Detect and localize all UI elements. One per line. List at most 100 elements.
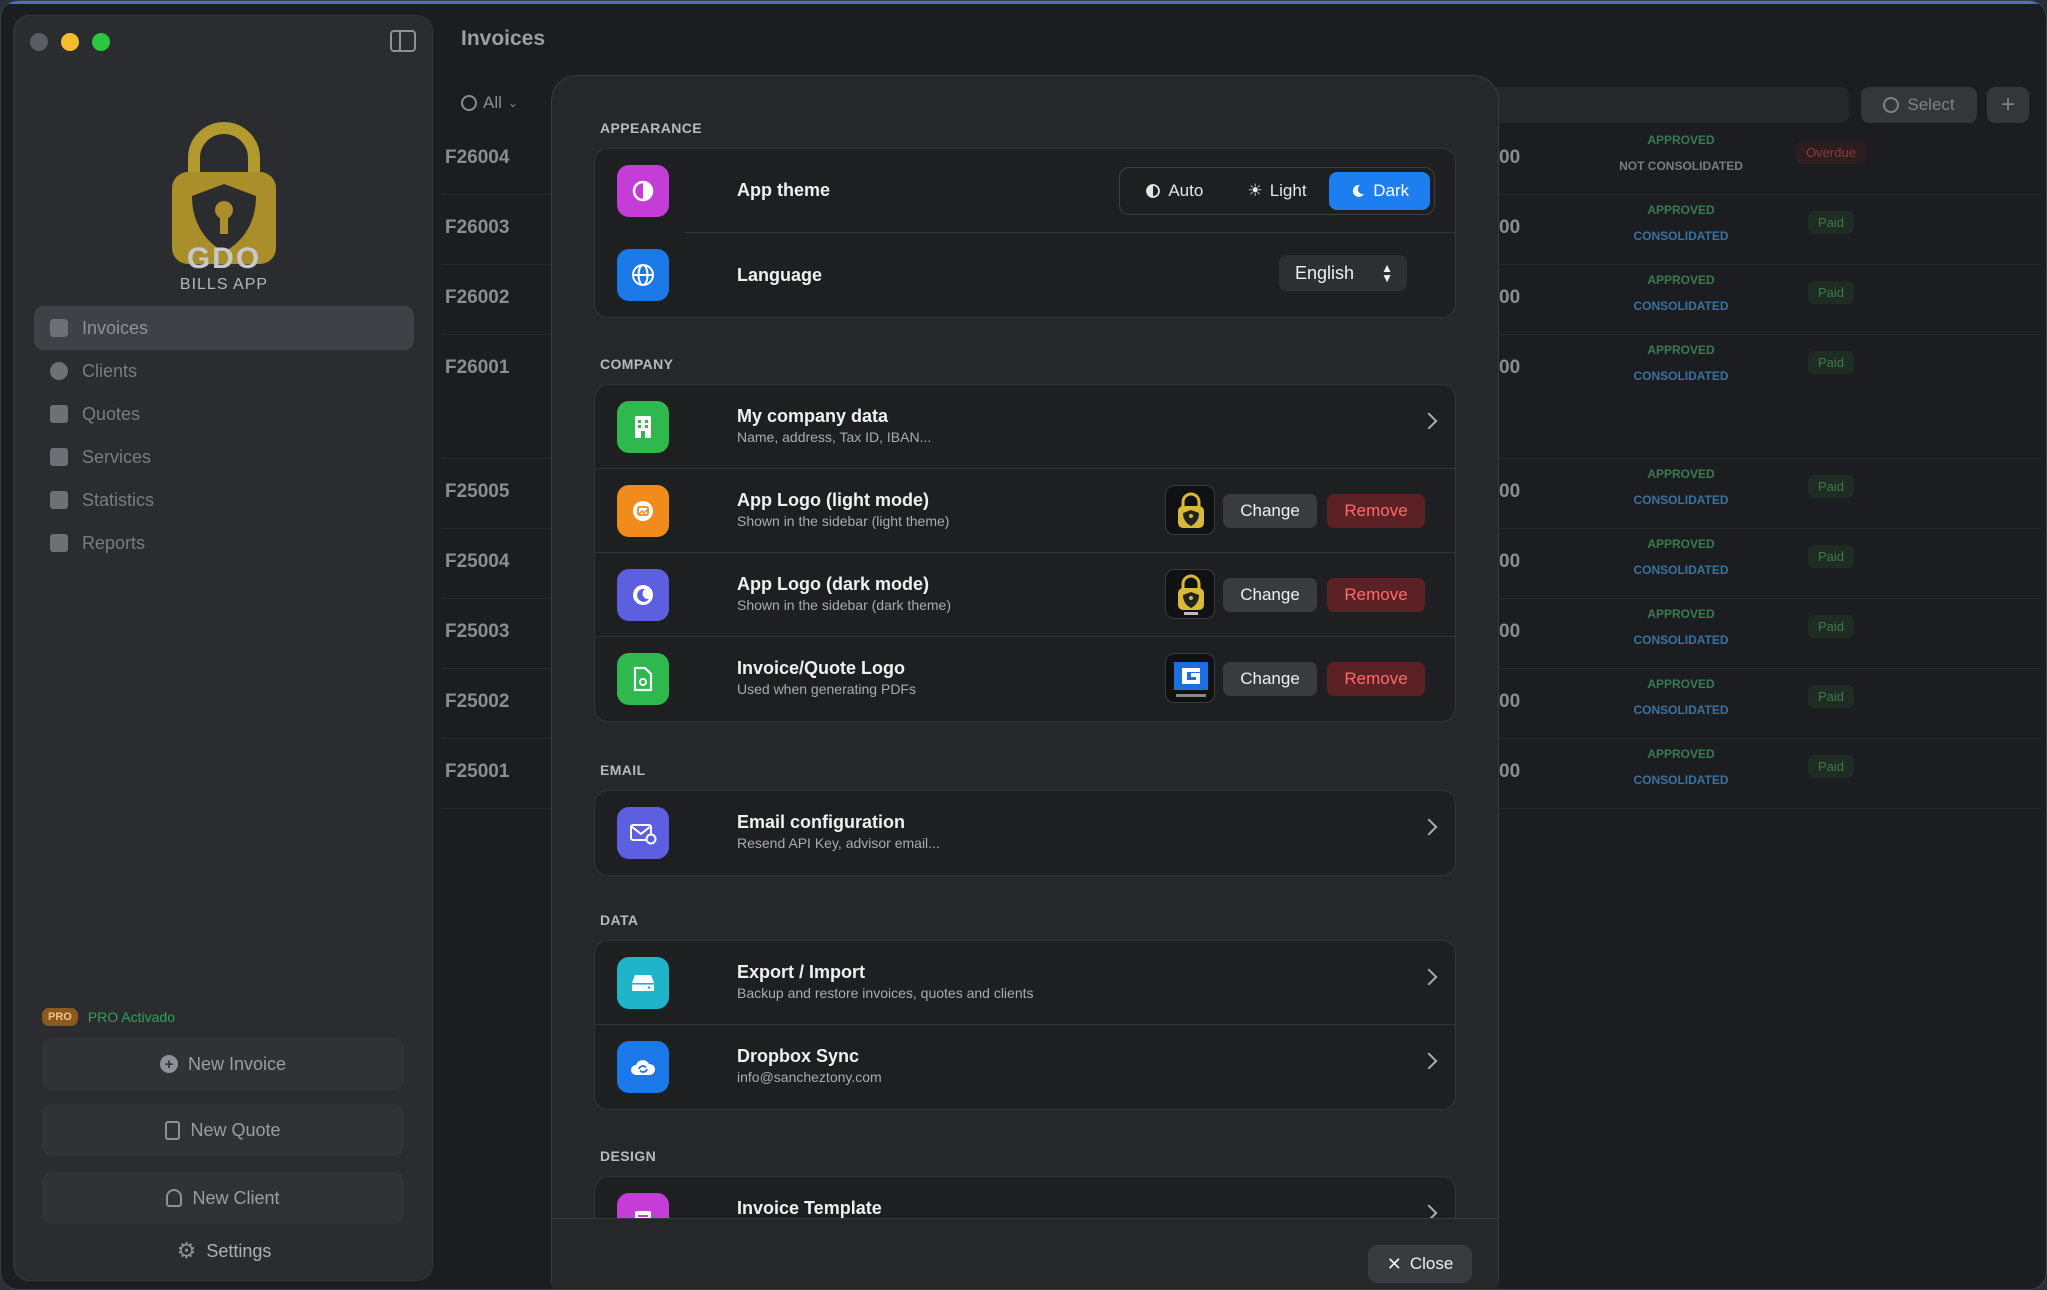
app-theme-label: App theme bbox=[737, 180, 831, 200]
status-badge: Paid bbox=[1731, 755, 1931, 778]
settings-label: Settings bbox=[206, 1240, 272, 1261]
consolidation-badge: CONSOLIDATED bbox=[1633, 703, 1729, 717]
sheet-footer: ✕ Close bbox=[552, 1218, 1498, 1289]
status-text: Paid bbox=[1807, 475, 1855, 498]
sidebar-item-reports[interactable]: Reports bbox=[34, 521, 414, 565]
logo-invoice-remove-button[interactable]: Remove bbox=[1327, 662, 1425, 696]
section-header-design: DESIGN bbox=[600, 1148, 657, 1164]
invoice-amount: 00 bbox=[1499, 147, 1521, 168]
settings-button[interactable]: ⚙ Settings bbox=[14, 1238, 434, 1264]
page-title: Invoices bbox=[461, 27, 546, 50]
email-config-row[interactable]: Email configuration Resend API Key, advi… bbox=[595, 791, 1455, 875]
sidebar-item-label: Reports bbox=[82, 532, 146, 553]
envelope-gear-icon bbox=[617, 807, 669, 859]
logo-light-remove-button[interactable]: Remove bbox=[1327, 494, 1425, 528]
invoice-number: F25001 bbox=[445, 761, 510, 782]
app-window: GDO BILLS APP Invoices Clients Quotes Se… bbox=[0, 0, 2047, 1290]
logo-light-row: App Logo (light mode) Shown in the sideb… bbox=[595, 469, 1455, 553]
status-badge: Paid bbox=[1731, 615, 1931, 638]
filter-icon bbox=[461, 95, 477, 111]
settings-scroll-area[interactable]: APPEARANCE App theme Auto ☀ Light Dark L… bbox=[552, 76, 1498, 1218]
sidebar-toggle-icon[interactable] bbox=[390, 30, 416, 52]
window-close-button[interactable] bbox=[30, 33, 48, 51]
dropbox-sync-row[interactable]: Dropbox Sync info@sancheztony.com bbox=[595, 1025, 1455, 1109]
invoice-amount: 00 bbox=[1499, 481, 1521, 502]
export-import-row[interactable]: Export / Import Backup and restore invoi… bbox=[595, 941, 1455, 1025]
sidebar-item-label: Quotes bbox=[82, 403, 141, 424]
invoice-amount: 00 bbox=[1499, 551, 1521, 572]
sidebar-item-label: Statistics bbox=[82, 489, 155, 510]
search-field[interactable] bbox=[1489, 87, 1849, 123]
add-person-icon bbox=[166, 1189, 183, 1207]
pro-badge: PRO bbox=[42, 1008, 78, 1026]
design-card: Invoice Template bbox=[594, 1176, 1456, 1218]
invoice-number: F26001 bbox=[445, 357, 510, 378]
new-quote-button[interactable]: New Quote bbox=[42, 1104, 404, 1156]
company-data-title: My company data bbox=[737, 406, 889, 426]
status-text: Overdue bbox=[1796, 141, 1866, 164]
logo-light-change-button[interactable]: Change bbox=[1223, 494, 1317, 528]
invoice-number: F25002 bbox=[445, 691, 510, 712]
theme-light-option[interactable]: ☀ Light bbox=[1227, 172, 1328, 210]
sidebar-item-quotes[interactable]: Quotes bbox=[34, 392, 414, 436]
new-client-button[interactable]: New Client bbox=[42, 1172, 404, 1224]
invoice-number: F26003 bbox=[445, 217, 510, 238]
sidebar-item-statistics[interactable]: Statistics bbox=[34, 478, 414, 522]
status-text: Paid bbox=[1807, 615, 1855, 638]
sun-icon: ☀ bbox=[1247, 181, 1263, 200]
section-header-appearance: APPEARANCE bbox=[600, 120, 703, 136]
select-button[interactable]: Select bbox=[1861, 87, 1977, 123]
theme-auto-option[interactable]: Auto bbox=[1124, 172, 1225, 210]
globe-icon bbox=[617, 249, 669, 301]
sidebar-item-clients[interactable]: Clients bbox=[34, 349, 414, 393]
theme-dark-option[interactable]: Dark bbox=[1329, 172, 1431, 210]
logo-invoice-title: Invoice/Quote Logo bbox=[737, 658, 906, 678]
theme-segmented-control: Auto ☀ Light Dark bbox=[1119, 167, 1435, 215]
dropbox-sync-subtitle: info@sancheztony.com bbox=[737, 1069, 882, 1085]
consolidation-badge: CONSOLIDATED bbox=[1633, 563, 1729, 577]
logo-dark-subtitle: Shown in the sidebar (dark theme) bbox=[737, 597, 951, 613]
email-card: Email configuration Resend API Key, advi… bbox=[594, 790, 1456, 876]
company-data-row[interactable]: My company data Name, address, Tax ID, I… bbox=[595, 385, 1455, 469]
status-text: Paid bbox=[1807, 351, 1855, 374]
new-invoice-label: New Invoice bbox=[187, 1053, 287, 1074]
logo-invoice-change-button[interactable]: Change bbox=[1223, 662, 1317, 696]
consolidation-badge: CONSOLIDATED bbox=[1633, 229, 1729, 243]
invoice-template-row[interactable]: Invoice Template bbox=[595, 1177, 1455, 1218]
chevron-right-icon bbox=[1420, 1052, 1438, 1070]
pro-status-text: PRO Activado bbox=[87, 1009, 175, 1025]
language-label: Language bbox=[737, 265, 823, 285]
section-header-company: COMPANY bbox=[600, 356, 674, 372]
report-icon bbox=[50, 534, 68, 552]
status-badge: Overdue bbox=[1731, 141, 1931, 164]
close-button[interactable]: ✕ Close bbox=[1368, 1245, 1472, 1283]
dropbox-sync-title: Dropbox Sync bbox=[737, 1046, 860, 1066]
template-icon bbox=[617, 1193, 669, 1218]
close-label: Close bbox=[1409, 1254, 1454, 1273]
window-maximize-button[interactable] bbox=[92, 33, 110, 51]
logo-dark-change-button[interactable]: Change bbox=[1223, 578, 1317, 612]
chevron-down-icon: ⌄ bbox=[507, 96, 518, 110]
new-quote-label: New Quote bbox=[190, 1119, 281, 1140]
consolidation-badge: NOT CONSOLIDATED bbox=[1619, 159, 1743, 173]
section-header-email: EMAIL bbox=[600, 762, 646, 778]
invoice-number: F25005 bbox=[445, 481, 510, 502]
language-select[interactable]: English ▲ ▼ bbox=[1279, 255, 1407, 291]
window-minimize-button[interactable] bbox=[61, 33, 79, 51]
filter-dropdown[interactable]: All ⌄ bbox=[461, 93, 518, 113]
company-data-subtitle: Name, address, Tax ID, IBAN... bbox=[737, 429, 932, 445]
app-theme-row: App theme Auto ☀ Light Dark bbox=[595, 149, 1455, 233]
bar-chart-icon bbox=[50, 491, 68, 509]
sidebar-item-services[interactable]: Services bbox=[34, 435, 414, 479]
invoice-number: F25004 bbox=[445, 551, 510, 572]
logo-invoice-preview-icon bbox=[1165, 653, 1215, 703]
logo-dark-remove-button[interactable]: Remove bbox=[1327, 578, 1425, 612]
document-gear-icon bbox=[617, 653, 669, 705]
consolidation-badge: CONSOLIDATED bbox=[1633, 299, 1729, 313]
email-config-subtitle: Resend API Key, advisor email... bbox=[737, 835, 940, 851]
sidebar-item-invoices[interactable]: Invoices bbox=[34, 306, 414, 350]
new-invoice-button[interactable]: + New Invoice bbox=[42, 1038, 404, 1090]
status-text: Paid bbox=[1807, 545, 1855, 568]
status-badge: Paid bbox=[1731, 211, 1931, 234]
add-invoice-button[interactable]: + bbox=[1987, 87, 2029, 123]
